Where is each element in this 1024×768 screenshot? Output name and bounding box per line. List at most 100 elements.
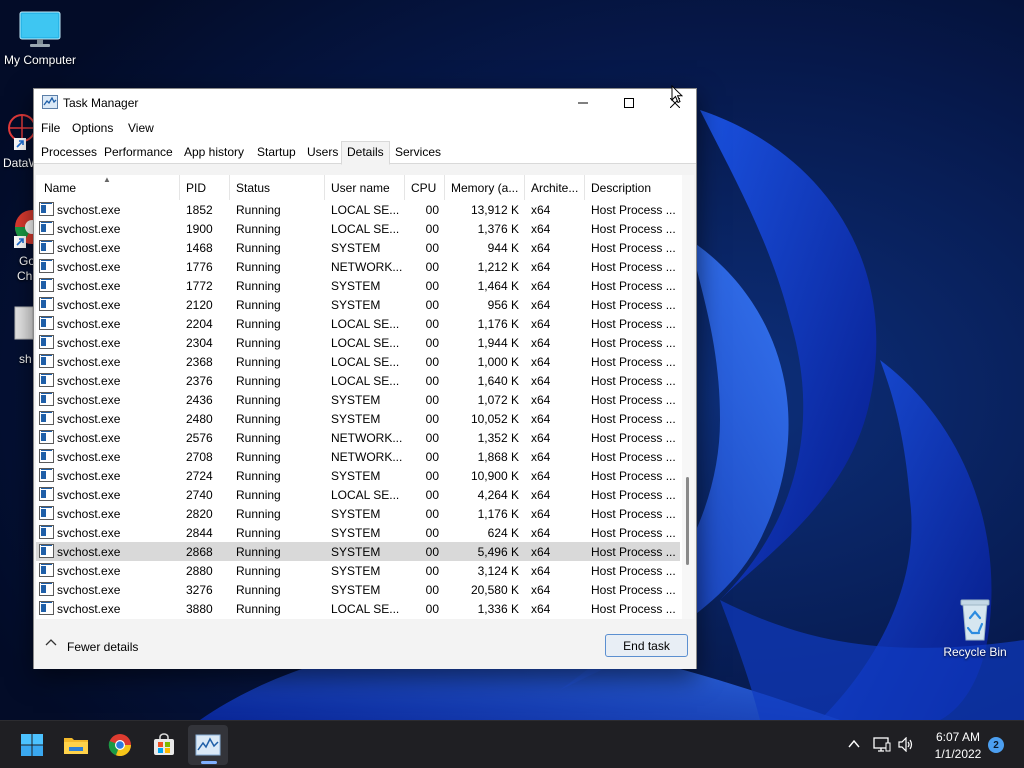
column-header-name[interactable]: Name [36,175,180,200]
table-row[interactable]: svchost.exe 2708 Running NETWORK... 00 1,868 … [36,447,680,466]
table-row[interactable]: svchost.exe 3276 Running SYSTEM 00 20,580 K x6… [36,580,680,599]
scrollbar-thumb[interactable] [686,477,689,565]
title-bar[interactable]: Task Manager [34,89,696,116]
process-icon [39,525,54,539]
table-row[interactable]: svchost.exe 2844 Running SYSTEM 00 624 K x64 Ho… [36,523,680,542]
table-row[interactable]: svchost.exe 1900 Running LOCAL SE... 00 1,376… [36,219,680,238]
cell-memory: 1,336 K [477,602,519,616]
table-row[interactable]: svchost.exe 2740 Running LOCAL SE... 00 4,264… [36,485,680,504]
volume-icon[interactable] [898,737,914,752]
vertical-scrollbar[interactable] [682,175,694,619]
table-row[interactable]: svchost.exe 1468 Running SYSTEM 00 944 K x64 Ho… [36,238,680,257]
clock-time[interactable]: 6:07 AM [926,730,990,744]
table-row[interactable]: svchost.exe 2204 Running LOCAL SE... 00 1,176… [36,314,680,333]
process-icon [39,411,54,425]
file-icon [14,306,33,340]
tab-performance[interactable]: Performance [99,142,178,164]
cell-memory: 1,000 K [477,355,519,369]
table-row[interactable]: svchost.exe 1772 Running SYSTEM 00 1,464 K x64… [36,276,680,295]
maximize-icon [624,97,634,108]
column-header-pid[interactable]: PID [180,175,230,200]
cell-desc: Host Process ... [591,260,676,274]
column-header-user-name[interactable]: User name [325,175,405,200]
tab-app-history[interactable]: App history [179,142,249,164]
column-header-status[interactable]: Status [230,175,325,200]
table-row[interactable]: svchost.exe 2576 Running NETWORK... 00 1,352 … [36,428,680,447]
tab-users[interactable]: Users [302,142,343,164]
table-row[interactable]: svchost.exe 2880 Running SYSTEM 00 3,124 K x64… [36,561,680,580]
desktop-icon-recycle-bin[interactable]: Recycle Bin [938,596,1012,659]
tab-details[interactable]: Details [341,141,390,165]
desktop-icon-datawrapper[interactable]: DataW [0,110,33,172]
tab-services[interactable]: Services [390,142,446,164]
desktop-icon-google-chrome[interactable]: Go Ch [0,205,33,285]
process-icon [39,506,54,520]
cell-name: svchost.exe [57,564,121,578]
cell-cpu: 00 [425,336,439,350]
table-row[interactable]: svchost.exe 1852 Running LOCAL SE... 00 13,91… [36,200,680,219]
cell-memory: 1,176 K [477,507,519,521]
menu-options[interactable]: Options [72,121,113,135]
notification-badge[interactable]: 2 [988,737,1004,753]
tab-startup[interactable]: Startup [252,142,301,164]
cell-desc: Host Process ... [591,507,676,521]
menu-view[interactable]: View [128,121,154,135]
desktop-icon-shortcut[interactable]: sh [0,305,33,367]
store-button[interactable] [144,725,184,765]
table-row[interactable]: svchost.exe 2868 Running SYSTEM 00 5,496 K x64… [36,542,680,561]
cell-desc: Host Process ... [591,317,676,331]
chevron-up-icon[interactable] [45,638,57,646]
cell-name: svchost.exe [57,336,121,350]
table-row[interactable]: svchost.exe 2820 Running SYSTEM 00 1,176 K x64… [36,504,680,523]
table-row[interactable]: svchost.exe 2304 Running LOCAL SE... 00 1,944… [36,333,680,352]
mouse-cursor-icon [671,85,683,104]
app-shortcut-icon [8,114,33,150]
table-row[interactable]: svchost.exe 3880 Running LOCAL SE... 00 1,336… [36,599,680,618]
cell-cpu: 00 [425,279,439,293]
desktop-icon-my-computer[interactable]: My Computer [2,10,78,67]
network-icon[interactable] [873,736,891,753]
cell-name: svchost.exe [57,317,121,331]
table-row[interactable]: svchost.exe 1776 Running NETWORK... 00 1,212 … [36,257,680,276]
table-row[interactable]: svchost.exe 2368 Running LOCAL SE... 00 1,000… [36,352,680,371]
file-explorer-button[interactable] [56,725,96,765]
column-header-row: ▲ Name PID Status User name CPU Memory (… [36,175,680,200]
cell-pid: 2480 [186,412,213,426]
column-header-cpu[interactable]: CPU [405,175,445,200]
fewer-details-link[interactable]: Fewer details [67,640,138,654]
end-task-button[interactable]: End task [605,634,688,657]
task-manager-taskbar-button[interactable] [188,725,228,765]
window-title: Task Manager [63,96,139,110]
cell-name: svchost.exe [57,602,121,616]
table-row[interactable]: svchost.exe 2120 Running SYSTEM 00 956 K x64 Ho… [36,295,680,314]
table-row[interactable]: svchost.exe 2724 Running SYSTEM 00 10,900 K x6… [36,466,680,485]
cell-arch: x64 [531,203,551,217]
task-manager-icon [195,734,221,756]
cell-status: Running [236,545,281,559]
maximize-button[interactable] [606,89,652,116]
column-header-architecture[interactable]: Archite... [525,175,585,200]
cell-status: Running [236,488,281,502]
cell-arch: x64 [531,450,551,464]
menu-file[interactable]: File [41,121,60,135]
cell-name: svchost.exe [57,298,121,312]
table-row[interactable]: svchost.exe 2436 Running SYSTEM 00 1,072 K x64… [36,390,680,409]
table-row[interactable]: svchost.exe 2376 Running LOCAL SE... 00 1,640… [36,371,680,390]
cell-arch: x64 [531,564,551,578]
cell-status: Running [236,469,281,483]
start-button[interactable] [12,725,52,765]
show-hidden-icons-icon[interactable] [848,739,860,749]
tab-processes[interactable]: Processes [36,142,102,164]
cell-user: LOCAL SE... [331,317,400,331]
window-footer: Fewer details End task [34,619,696,669]
column-header-memory[interactable]: Memory (a... [445,175,525,200]
cell-status: Running [236,317,281,331]
chrome-button[interactable] [100,725,140,765]
cell-desc: Host Process ... [591,602,676,616]
minimize-button[interactable] [560,89,606,116]
table-row[interactable]: svchost.exe 2480 Running SYSTEM 00 10,052 K x6… [36,409,680,428]
cell-pid: 2724 [186,469,213,483]
details-list[interactable]: ▲ Name PID Status User name CPU Memory (… [36,175,694,619]
column-header-description[interactable]: Description [585,175,680,200]
clock-date[interactable]: 1/1/2022 [926,747,990,761]
